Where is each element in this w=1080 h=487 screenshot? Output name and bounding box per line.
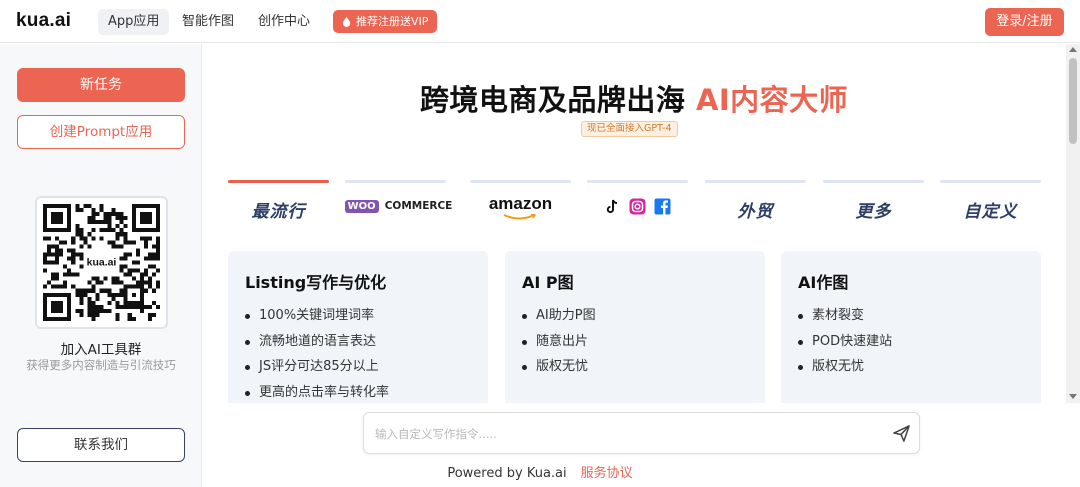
amazon-logo-text: amazon [488, 194, 553, 213]
prompt-input-box [363, 412, 920, 454]
tab-indicator [587, 180, 688, 183]
tab-indicator [823, 180, 924, 183]
qr-subtitle: 获得更多内容制造与引流技巧 [26, 358, 176, 372]
tab-custom-label: 自定义 [963, 202, 1018, 222]
tab-foreign-trade-label: 外贸 [737, 202, 774, 222]
tab-social[interactable] [587, 180, 688, 226]
scroll-down-arrow-icon[interactable] [1069, 394, 1077, 399]
qr-title: 加入AI工具群 [60, 342, 142, 358]
card-title: AI作图 [798, 273, 849, 292]
vip-promo-button[interactable]: 推荐注册送VIP [333, 10, 438, 33]
list-item: 随意出片 [522, 329, 748, 355]
tab-indicator [345, 180, 446, 183]
new-task-button[interactable]: 新任务 [17, 68, 185, 102]
send-icon[interactable] [892, 424, 911, 443]
nav-creation-center[interactable]: 创作中心 [248, 9, 320, 35]
powered-by-text: Powered by Kua.ai [447, 466, 567, 481]
nav-app[interactable]: App应用 [98, 9, 170, 35]
terms-link[interactable]: 服务协议 [581, 466, 633, 481]
tab-indicator [705, 180, 806, 183]
card-ai-drawing[interactable]: AI作图 素材裂变 POD快速建站 版权无忧 [781, 251, 1041, 403]
list-item: 版权无忧 [522, 354, 748, 380]
hero-title-main: 跨境电商及品牌出海 [419, 83, 696, 117]
tab-indicator [470, 180, 571, 183]
qr-code-image: kua.ai [43, 204, 160, 321]
card-title: AI P图 [522, 273, 574, 292]
list-item: POD快速建站 [798, 329, 1024, 355]
tab-indicator [228, 180, 329, 183]
footer: Powered by Kua.ai 服务协议 [0, 462, 1080, 481]
tab-more-label: 更多 [855, 202, 892, 222]
tab-indicator [940, 180, 1041, 183]
main-scrollbar[interactable] [1066, 44, 1080, 403]
instagram-icon [629, 198, 646, 215]
create-prompt-app-button[interactable]: 创建Prompt应用 [17, 115, 185, 149]
list-item: JS评分可达85分以上 [245, 354, 471, 380]
contact-us-button[interactable]: 联系我们 [17, 428, 185, 462]
hero-title-accent: AI内容大师 [695, 83, 849, 117]
tab-woocommerce[interactable]: S WOO COMMERCE [344, 180, 452, 226]
woo-commerce-text: COMMERCE [384, 200, 453, 212]
social-icons [587, 198, 688, 215]
card-title: Listing写作与优化 [245, 273, 387, 292]
category-tabs: 最流行 S WOO COMMERCE amazon 外贸 [228, 180, 1041, 226]
tab-foreign-trade[interactable]: 外贸 [705, 180, 806, 226]
tab-amazon[interactable]: amazon [470, 180, 571, 226]
main-content: 跨境电商及品牌出海 AI内容大师 现已全面接入GPT-4 最流行 S WOO C… [203, 44, 1065, 403]
qr-code: kua.ai [35, 196, 168, 329]
facebook-icon [654, 198, 671, 215]
woocommerce-logo: S WOO COMMERCE [344, 198, 452, 214]
list-item: 版权无忧 [798, 354, 1024, 380]
gpt4-badge: 现已全面接入GPT-4 [581, 121, 678, 137]
qr-center-logo: kua.ai [87, 257, 117, 268]
tab-popular-label: 最流行 [251, 202, 306, 222]
vip-promo-label: 推荐注册送VIP [356, 15, 429, 28]
list-item: AI助力P图 [522, 303, 748, 329]
tab-custom[interactable]: 自定义 [940, 180, 1041, 226]
tiktok-icon [606, 199, 618, 214]
scroll-up-arrow-icon[interactable] [1069, 47, 1077, 52]
drop-icon [342, 16, 351, 27]
hero-title: 跨境电商及品牌出海 AI内容大师 [203, 77, 1065, 119]
card-listing[interactable]: Listing写作与优化 100%关键词埋词率 流畅地道的语言表达 JS评分可达… [228, 251, 488, 403]
list-item: 素材裂变 [798, 303, 1024, 329]
sidebar: 新任务 创建Prompt应用 kua.ai 加入AI工具群 获得更多内容制造与引… [0, 44, 202, 487]
nav-smart-drawing[interactable]: 智能作图 [172, 9, 244, 35]
top-navbar: kua.ai App应用 智能作图 创作中心 推荐注册送VIP 登录/注册 [0, 0, 1080, 43]
card-ai-photo[interactable]: AI P图 AI助力P图 随意出片 版权无忧 [505, 251, 765, 403]
tab-popular[interactable]: 最流行 [228, 180, 329, 226]
list-item: 100%关键词埋词率 [245, 303, 471, 329]
list-item: 流畅地道的语言表达 [245, 329, 471, 355]
woo-badge: WOO [344, 199, 379, 213]
custom-prompt-input[interactable] [375, 423, 875, 445]
tab-more[interactable]: 更多 [823, 180, 924, 226]
list-item: 更高的点击率与转化率 [245, 380, 471, 404]
kua-ai-logo[interactable]: kua.ai [16, 10, 71, 32]
login-register-button[interactable]: 登录/注册 [985, 8, 1064, 36]
amazon-smile-icon [503, 214, 537, 220]
scrollbar-thumb[interactable] [1069, 58, 1077, 144]
